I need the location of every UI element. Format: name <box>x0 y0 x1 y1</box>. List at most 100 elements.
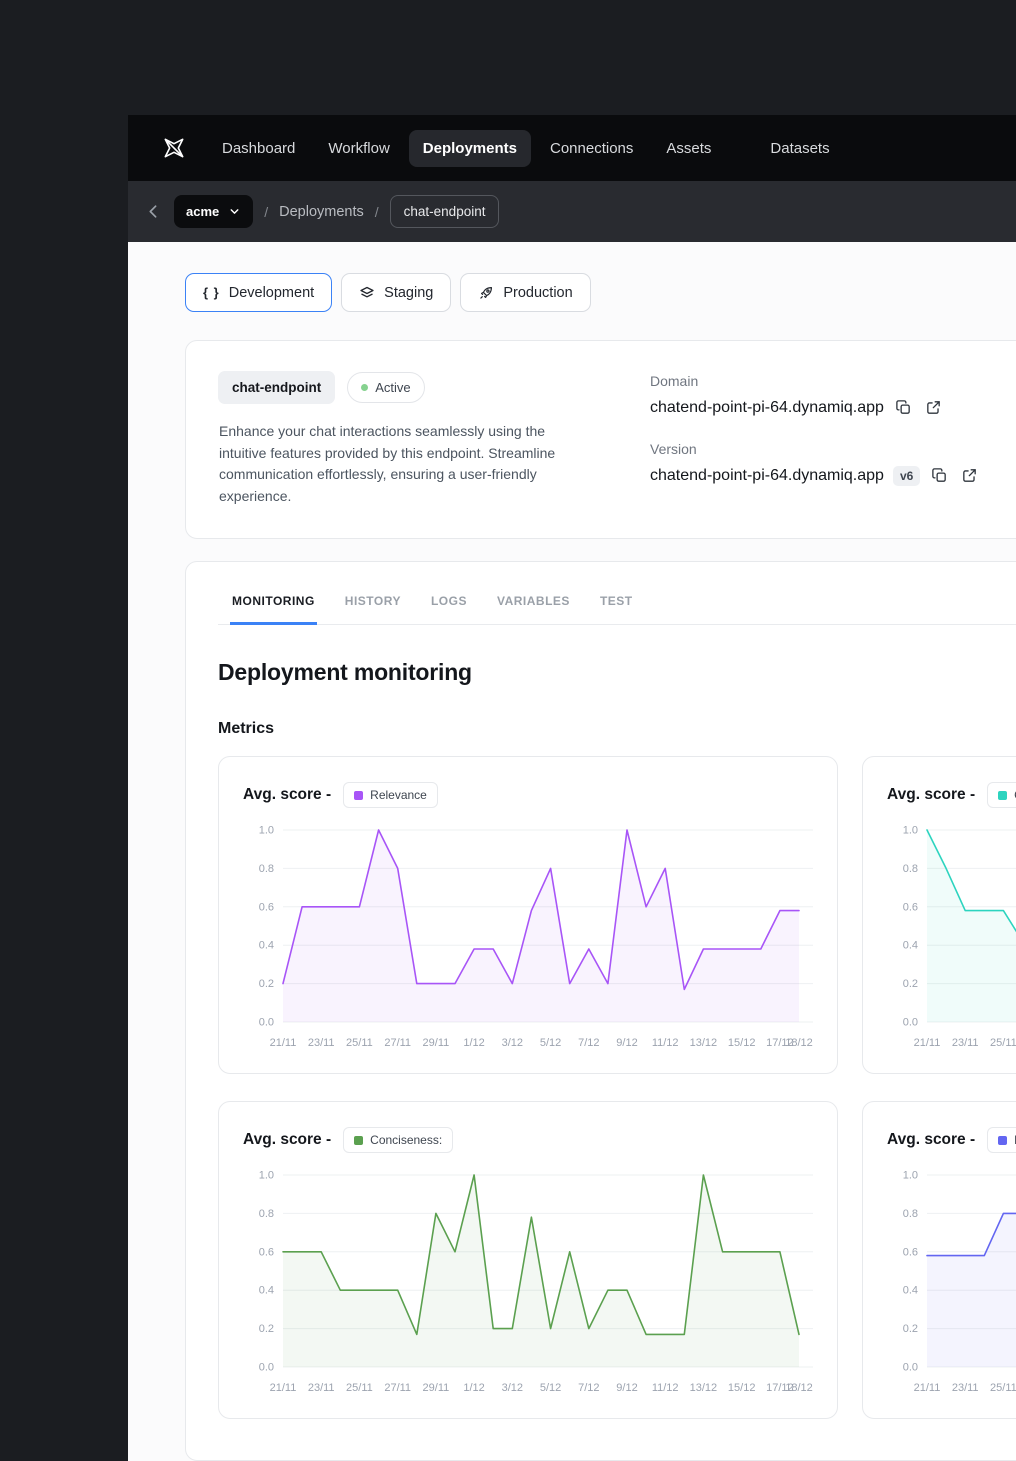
breadcrumb: acme / Deployments / chat-endpoint <box>128 181 1016 242</box>
svg-text:0.2: 0.2 <box>259 978 274 990</box>
env-staging-button[interactable]: Staging <box>341 273 452 312</box>
breadcrumb-endpoint-chip[interactable]: chat-endpoint <box>389 195 500 228</box>
version-badge: v6 <box>892 465 921 486</box>
svg-text:7/12: 7/12 <box>578 1037 599 1049</box>
app-window: Dashboard Workflow Deployments Connectio… <box>128 115 1016 1461</box>
nav-item-dashboard[interactable]: Dashboard <box>208 130 309 167</box>
svg-text:25/11: 25/11 <box>990 1037 1016 1049</box>
svg-text:11/12: 11/12 <box>652 1037 679 1049</box>
tab-monitoring[interactable]: MONITORING <box>230 588 317 625</box>
metrics-grid: Avg. score - Relevance 0.0 0.2 0.4 0.6 0.8 1.… <box>218 755 1016 1419</box>
svg-text:0.6: 0.6 <box>903 901 918 913</box>
top-navbar: Dashboard Workflow Deployments Connectio… <box>128 115 1016 181</box>
svg-text:5/12: 5/12 <box>540 1382 561 1394</box>
svg-text:13/12: 13/12 <box>690 1037 718 1049</box>
svg-text:23/11: 23/11 <box>952 1382 979 1394</box>
rocket-icon <box>478 285 494 301</box>
svg-text:1.0: 1.0 <box>259 1169 274 1181</box>
legend-chip[interactable]: H <box>987 1127 1016 1154</box>
main-nav: Dashboard Workflow Deployments Connectio… <box>208 129 844 167</box>
svg-text:0.6: 0.6 <box>259 901 274 913</box>
tab-variables[interactable]: VARIABLES <box>495 588 572 625</box>
tab-history[interactable]: HISTORY <box>343 588 403 625</box>
version-label: Version <box>650 441 697 457</box>
tab-test[interactable]: TEST <box>598 588 635 625</box>
svg-text:0.6: 0.6 <box>903 1246 918 1258</box>
svg-text:25/11: 25/11 <box>346 1382 373 1394</box>
detail-tabs: MONITORING HISTORY LOGS VARIABLES TEST <box>218 562 1016 625</box>
org-name: acme <box>186 204 220 219</box>
back-icon[interactable] <box>143 202 163 222</box>
chevron-down-icon <box>230 209 239 214</box>
svg-text:29/11: 29/11 <box>423 1037 450 1049</box>
dynamiq-logo-icon[interactable] <box>160 134 188 162</box>
svg-text:21/11: 21/11 <box>914 1382 941 1394</box>
chart-title: Avg. score - <box>887 786 976 804</box>
metric-card-4: Avg. score - H 0.0 0.2 0.4 0.6 0.8 1.0 21/11 23… <box>862 1100 1016 1419</box>
environment-tabs: { } Development Staging Production <box>185 273 1016 312</box>
breadcrumb-separator: / <box>264 203 269 220</box>
monitoring-card: MONITORING HISTORY LOGS VARIABLES TEST D… <box>185 560 1016 1461</box>
svg-text:11/12: 11/12 <box>652 1382 679 1394</box>
svg-text:21/11: 21/11 <box>270 1037 297 1049</box>
layers-icon <box>359 285 375 301</box>
env-label: Staging <box>384 284 434 301</box>
svg-text:0.4: 0.4 <box>259 1284 274 1296</box>
nav-item-datasets[interactable]: Datasets <box>756 130 843 167</box>
svg-text:1.0: 1.0 <box>903 824 918 836</box>
svg-text:9/12: 9/12 <box>616 1037 637 1049</box>
tab-logs[interactable]: LOGS <box>429 588 469 625</box>
svg-text:3/12: 3/12 <box>502 1382 523 1394</box>
legend-label: Conciseness: <box>370 1133 443 1148</box>
svg-text:15/12: 15/12 <box>728 1037 756 1049</box>
svg-text:0.2: 0.2 <box>903 1323 918 1335</box>
svg-text:15/12: 15/12 <box>728 1382 756 1394</box>
legend-chip[interactable]: C <box>987 782 1016 809</box>
line-chart: 0.0 0.2 0.4 0.6 0.8 1.0 21/11 23/11 25/11 <box>887 818 1016 1058</box>
svg-text:23/11: 23/11 <box>952 1037 979 1049</box>
endpoint-name-chip: chat-endpoint <box>218 371 336 404</box>
svg-text:13/12: 13/12 <box>690 1382 718 1394</box>
line-chart: 0.0 0.2 0.4 0.6 0.8 1.0 21/11 23/11 25/11 27/11 29… <box>243 818 813 1058</box>
legend-swatch-icon <box>354 1135 364 1145</box>
svg-text:23/11: 23/11 <box>308 1382 335 1394</box>
breadcrumb-separator: / <box>374 203 379 220</box>
svg-text:0.4: 0.4 <box>903 939 918 951</box>
svg-text:25/11: 25/11 <box>990 1382 1016 1394</box>
env-label: Production <box>503 284 573 301</box>
legend-swatch-icon <box>998 790 1008 800</box>
svg-text:29/11: 29/11 <box>423 1382 450 1394</box>
nav-item-assets[interactable]: Assets <box>652 130 725 167</box>
org-switcher[interactable]: acme <box>174 195 254 228</box>
legend-chip[interactable]: Conciseness: <box>343 1127 454 1154</box>
svg-text:0.2: 0.2 <box>259 1323 274 1335</box>
legend-swatch-icon <box>998 1135 1008 1145</box>
nav-item-connections[interactable]: Connections <box>536 130 647 167</box>
status-dot-icon <box>361 384 369 391</box>
page-title: Deployment monitoring <box>218 658 472 685</box>
svg-text:0.0: 0.0 <box>259 1361 274 1373</box>
external-link-icon[interactable] <box>959 465 980 486</box>
nav-item-deployments[interactable]: Deployments <box>408 129 531 167</box>
legend-swatch-icon <box>354 790 364 800</box>
legend-chip[interactable]: Relevance <box>343 782 438 809</box>
svg-text:1/12: 1/12 <box>463 1037 484 1049</box>
copy-icon[interactable] <box>893 397 914 418</box>
domain-value: chatend-point-pi-64.dynamiq.app <box>650 398 884 416</box>
main-content: { } Development Staging Production chat-… <box>128 242 1016 1461</box>
endpoint-details: Domain chatend-point-pi-64.dynamiq.app V… <box>650 371 980 508</box>
svg-text:1.0: 1.0 <box>259 824 274 836</box>
svg-text:21/11: 21/11 <box>914 1037 941 1049</box>
svg-text:0.2: 0.2 <box>903 978 918 990</box>
svg-text:0.8: 0.8 <box>259 1208 274 1220</box>
env-production-button[interactable]: Production <box>460 273 591 312</box>
nav-item-workflow[interactable]: Workflow <box>314 130 403 167</box>
line-chart: 0.0 0.2 0.4 0.6 0.8 1.0 21/11 23/11 25/11 27/11 29… <box>243 1163 813 1403</box>
svg-text:9/12: 9/12 <box>616 1382 637 1394</box>
external-link-icon[interactable] <box>923 397 944 418</box>
env-development-button[interactable]: { } Development <box>185 273 333 312</box>
svg-text:3/12: 3/12 <box>502 1037 523 1049</box>
svg-text:1/12: 1/12 <box>463 1382 484 1394</box>
breadcrumb-deployments[interactable]: Deployments <box>279 204 364 220</box>
copy-icon[interactable] <box>929 465 950 486</box>
